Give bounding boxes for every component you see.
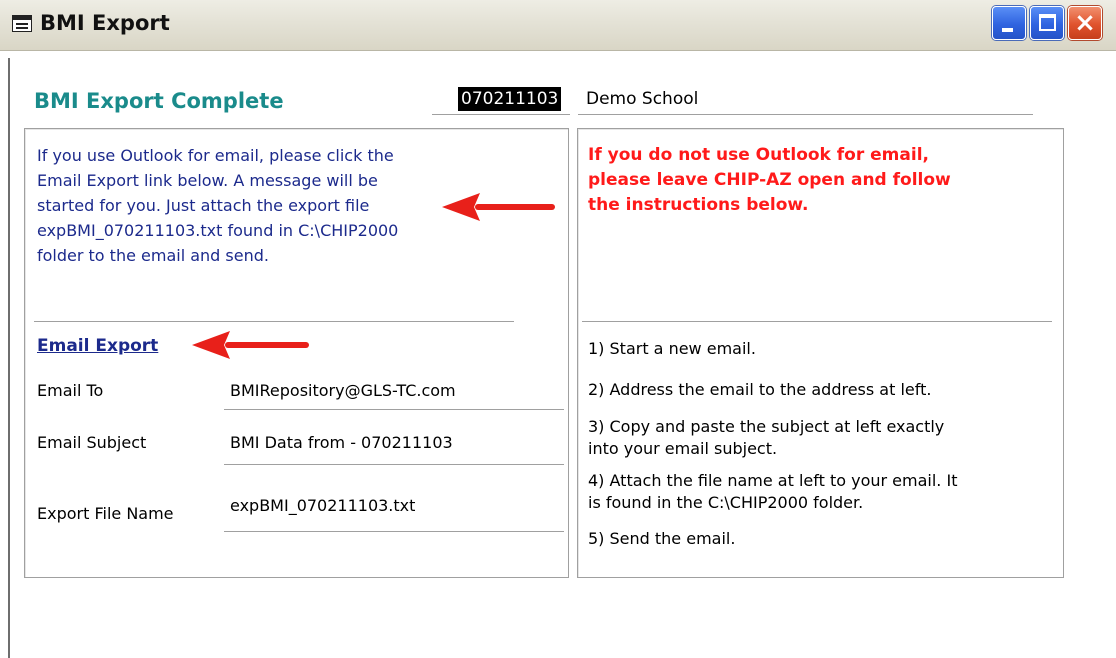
page-title: BMI Export Complete <box>34 89 284 113</box>
step-3: 3) Copy and paste the subject at left ex… <box>588 416 1048 460</box>
school-name-underline <box>578 114 1033 115</box>
school-id-underline <box>432 114 570 115</box>
warning-line: the instructions below. <box>588 195 809 215</box>
step-3-line: into your email subject. <box>588 439 778 458</box>
intro-line: folder to the email and send. <box>37 246 269 265</box>
form-icon <box>12 15 32 32</box>
email-subject-underline <box>224 464 564 465</box>
email-subject-label: Email Subject <box>37 433 147 452</box>
non-outlook-warning: If you do not use Outlook for email, ple… <box>588 143 1048 218</box>
window-title: BMI Export <box>40 11 170 35</box>
minimize-button[interactable] <box>992 6 1026 40</box>
intro-line: If you use Outlook for email, please cli… <box>37 146 394 165</box>
step-3-line: 3) Copy and paste the subject at left ex… <box>588 417 945 436</box>
school-name-field: Demo School <box>586 89 699 109</box>
step-1: 1) Start a new email. <box>588 339 756 358</box>
annotation-arrow-icon <box>442 193 555 221</box>
warning-line: please leave CHIP-AZ open and follow <box>588 170 951 190</box>
close-button[interactable]: × <box>1068 6 1102 40</box>
step-5: 5) Send the email. <box>588 529 736 548</box>
intro-line: started for you. Just attach the export … <box>37 196 370 215</box>
school-id-field[interactable]: 070211103 <box>458 87 562 111</box>
warning-line: If you do not use Outlook for email, <box>588 145 929 165</box>
email-subject-value[interactable]: BMI Data from - 070211103 <box>230 433 453 452</box>
step-2: 2) Address the email to the address at l… <box>588 380 932 399</box>
maximize-icon <box>1039 14 1056 31</box>
intro-line: Email Export link below. A message will … <box>37 171 378 190</box>
intro-line: expBMI_070211103.txt found in C:\CHIP200… <box>37 221 399 240</box>
title-bar[interactable]: BMI Export × <box>0 0 1116 51</box>
left-divider <box>34 321 514 322</box>
step-4-line: 4) Attach the file name at left to your … <box>588 471 958 490</box>
step-4-line: is found in the C:\CHIP2000 folder. <box>588 493 864 512</box>
export-file-value[interactable]: expBMI_070211103.txt <box>230 496 415 515</box>
email-to-label: Email To <box>37 381 104 400</box>
step-4: 4) Attach the file name at left to your … <box>588 470 1048 514</box>
export-file-underline <box>224 531 564 532</box>
maximize-button[interactable] <box>1030 6 1064 40</box>
email-export-link[interactable]: Email Export <box>37 336 158 356</box>
minimize-icon <box>1002 28 1013 32</box>
email-to-underline <box>224 409 564 410</box>
annotation-arrow-icon <box>192 331 309 359</box>
close-icon: × <box>1074 8 1096 38</box>
right-divider <box>582 321 1052 322</box>
email-to-value[interactable]: BMIRepository@GLS-TC.com <box>230 381 456 400</box>
export-file-label: Export File Name <box>37 504 174 523</box>
outlook-instructions: If you use Outlook for email, please cli… <box>37 143 507 268</box>
